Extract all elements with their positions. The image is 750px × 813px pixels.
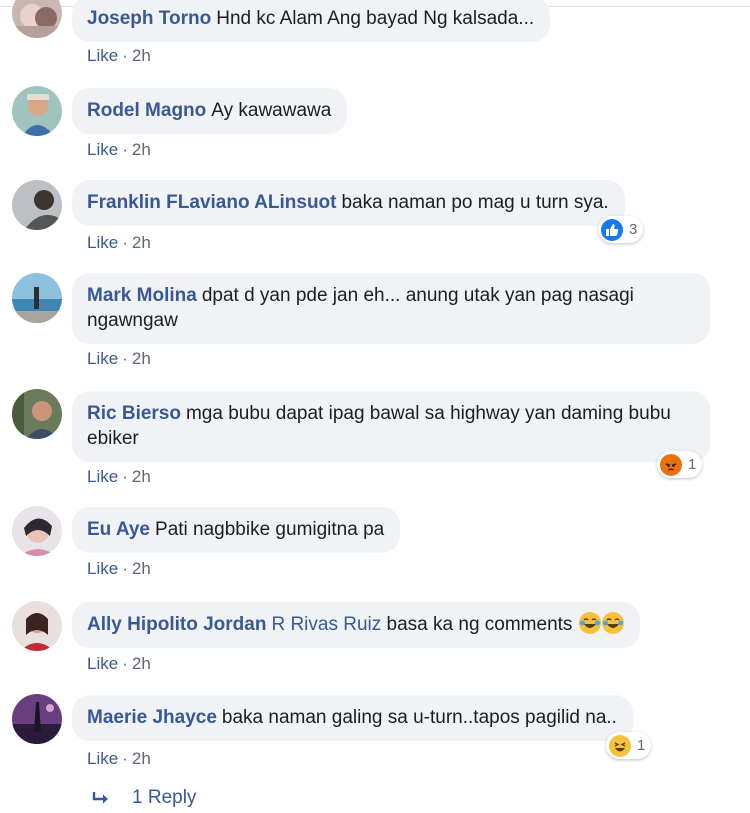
comment-text: Ay kawawawa <box>211 100 332 121</box>
like-button[interactable]: Like <box>87 467 118 486</box>
reaction-count[interactable]: 1 <box>657 451 703 478</box>
replies-count-label: 1 Reply <box>132 787 197 808</box>
avatar[interactable] <box>12 694 62 744</box>
reaction-count-value: 1 <box>688 456 697 473</box>
mention-link[interactable]: R Rivas Ruiz <box>271 614 381 635</box>
comment-bubble: Maerie Jhayce baka naman galing sa u-turn… <box>72 695 633 741</box>
comment-meta: Like · 2h <box>87 349 151 368</box>
commenter-name[interactable]: Ric Bierso <box>87 403 181 424</box>
timestamp[interactable]: 2h <box>132 749 151 768</box>
comment-meta: Like · 2h <box>87 140 151 159</box>
commenter-name[interactable]: Joseph Torno <box>87 8 211 29</box>
comment-bubble: Joseph Torno Hnd kc Alam Ang bayad Ng kal… <box>72 0 551 42</box>
like-button[interactable]: Like <box>87 46 118 65</box>
like-button[interactable]: Like <box>87 749 118 768</box>
comment-meta: Like · 2h <box>87 467 151 486</box>
avatar[interactable] <box>12 0 62 38</box>
comment-meta: Like · 2h <box>87 559 151 578</box>
comment-bubble: Mark Molina dpat d yan pde jan eh... anun… <box>72 273 710 344</box>
commenter-name[interactable]: Eu Aye <box>87 519 150 540</box>
comment-text: Pati nagbbike gumigitna pa <box>155 519 385 540</box>
view-replies-link[interactable]: 1 Reply <box>92 787 196 809</box>
comment-bubble: Rodel Magno Ay kawawawa <box>72 88 348 134</box>
like-button[interactable]: Like <box>87 233 118 252</box>
avatar[interactable] <box>12 389 62 439</box>
laughing-tears-emoji-icon <box>578 612 601 634</box>
commenter-name[interactable]: Maerie Jhayce <box>87 707 217 728</box>
haha-reaction-icon <box>609 734 631 757</box>
avatar[interactable] <box>12 601 62 651</box>
commenter-name[interactable]: Franklin FLaviano ALinsuot <box>87 192 336 213</box>
avatar[interactable] <box>12 180 62 230</box>
laughing-tears-emoji-icon <box>601 612 624 634</box>
reaction-count-value: 3 <box>629 221 638 238</box>
timestamp[interactable]: 2h <box>132 233 151 252</box>
avatar[interactable] <box>12 506 62 556</box>
reaction-count[interactable]: 3 <box>598 216 644 243</box>
commenter-name[interactable]: Mark Molina <box>87 285 197 306</box>
comment-meta: Like · 2h <box>87 749 151 768</box>
comment-bubble: Ally Hipolito Jordan R Rivas Ruiz basa ka… <box>72 602 640 648</box>
comment-bubble: Eu Aye Pati nagbbike gumigitna pa <box>72 507 401 553</box>
like-reaction-icon <box>601 218 623 241</box>
timestamp[interactable]: 2h <box>132 467 151 486</box>
like-button[interactable]: Like <box>87 349 118 368</box>
avatar[interactable] <box>12 273 62 323</box>
reaction-count[interactable]: 1 <box>606 732 652 759</box>
timestamp[interactable]: 2h <box>132 46 151 65</box>
comment-text: basa ka ng comments <box>386 614 573 635</box>
comment-meta: Like · 2h <box>87 654 151 673</box>
like-button[interactable]: Like <box>87 559 118 578</box>
timestamp[interactable]: 2h <box>132 654 151 673</box>
avatar[interactable] <box>12 86 62 136</box>
comment-text: baka naman galing sa u-turn..tapos pagil… <box>221 707 617 728</box>
comment-bubble: Ric Bierso mga bubu dapat ipag bawal sa h… <box>72 391 710 462</box>
comment-bubble: Franklin FLaviano ALinsuot baka naman po … <box>72 180 625 226</box>
reaction-count-value: 1 <box>637 737 646 754</box>
comment-text: Hnd kc Alam Ang bayad Ng kalsada... <box>216 8 535 29</box>
comment-text: baka naman po mag u turn sya. <box>341 192 609 213</box>
comment-meta: Like · 2h <box>87 46 151 65</box>
timestamp[interactable]: 2h <box>132 140 151 159</box>
reply-arrow-icon <box>92 792 108 804</box>
commenter-name[interactable]: Ally Hipolito Jordan <box>87 614 266 635</box>
like-button[interactable]: Like <box>87 654 118 673</box>
angry-reaction-icon <box>660 453 682 476</box>
commenter-name[interactable]: Rodel Magno <box>87 100 206 121</box>
timestamp[interactable]: 2h <box>132 349 151 368</box>
timestamp[interactable]: 2h <box>132 559 151 578</box>
comment-meta: Like · 2h <box>87 233 151 252</box>
like-button[interactable]: Like <box>87 140 118 159</box>
